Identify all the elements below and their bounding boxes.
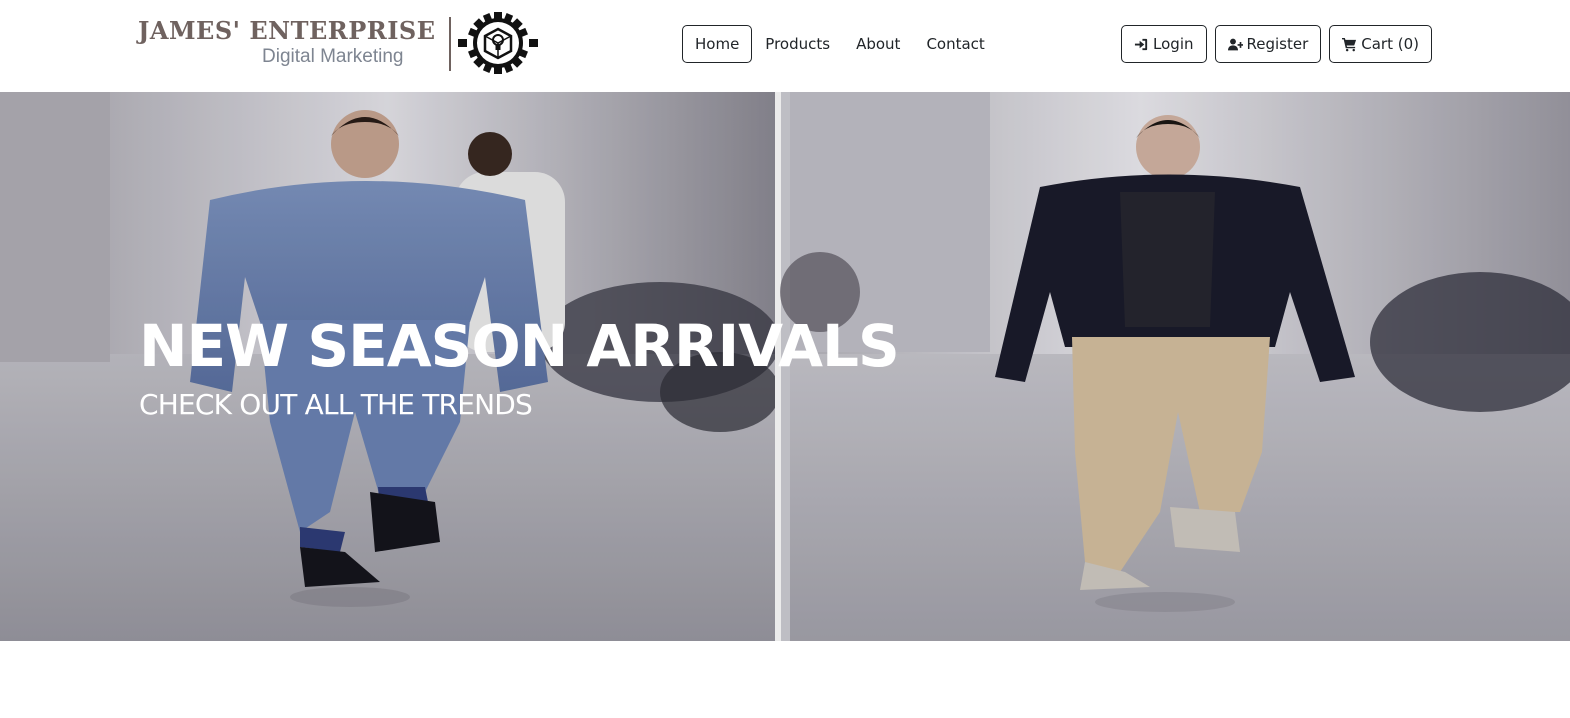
gear-lightbulb-cube-icon	[457, 11, 539, 75]
login-button[interactable]: Login	[1121, 25, 1207, 63]
register-button[interactable]: Register	[1214, 25, 1322, 63]
nav-link-home[interactable]: Home	[682, 25, 753, 63]
login-label: Login	[1153, 35, 1194, 53]
brand-name: JAMES' ENTERPRISE	[138, 16, 436, 45]
brand-tagline: Digital Marketing	[262, 46, 404, 67]
nav-link-about[interactable]: About	[843, 25, 913, 63]
shopping-cart-icon	[1342, 37, 1357, 52]
sign-in-icon	[1134, 37, 1149, 52]
nav-link-contact[interactable]: Contact	[913, 25, 997, 63]
register-label: Register	[1246, 35, 1309, 53]
cart-button[interactable]: Cart (0)	[1329, 25, 1432, 63]
hero-title: NEW SEASON ARRIVALS	[139, 312, 900, 380]
cart-label: Cart (0)	[1361, 35, 1419, 53]
user-plus-icon	[1227, 37, 1243, 52]
nav-link-products[interactable]: Products	[752, 25, 843, 63]
brand-logo-link[interactable]: JAMES' ENTERPRISE Digital Marketing	[136, 10, 541, 76]
hero-subtitle: CHECK OUT ALL THE TRENDS	[139, 388, 533, 421]
main-nav: Home Products About Contact	[682, 25, 998, 63]
navbar: JAMES' ENTERPRISE Digital Marketing Home…	[0, 0, 1570, 92]
hero-banner: NEW SEASON ARRIVALS CHECK OUT ALL THE TR…	[0, 92, 1570, 641]
brand-divider	[449, 17, 451, 71]
account-actions: Login Register Cart (0)	[1121, 25, 1432, 63]
